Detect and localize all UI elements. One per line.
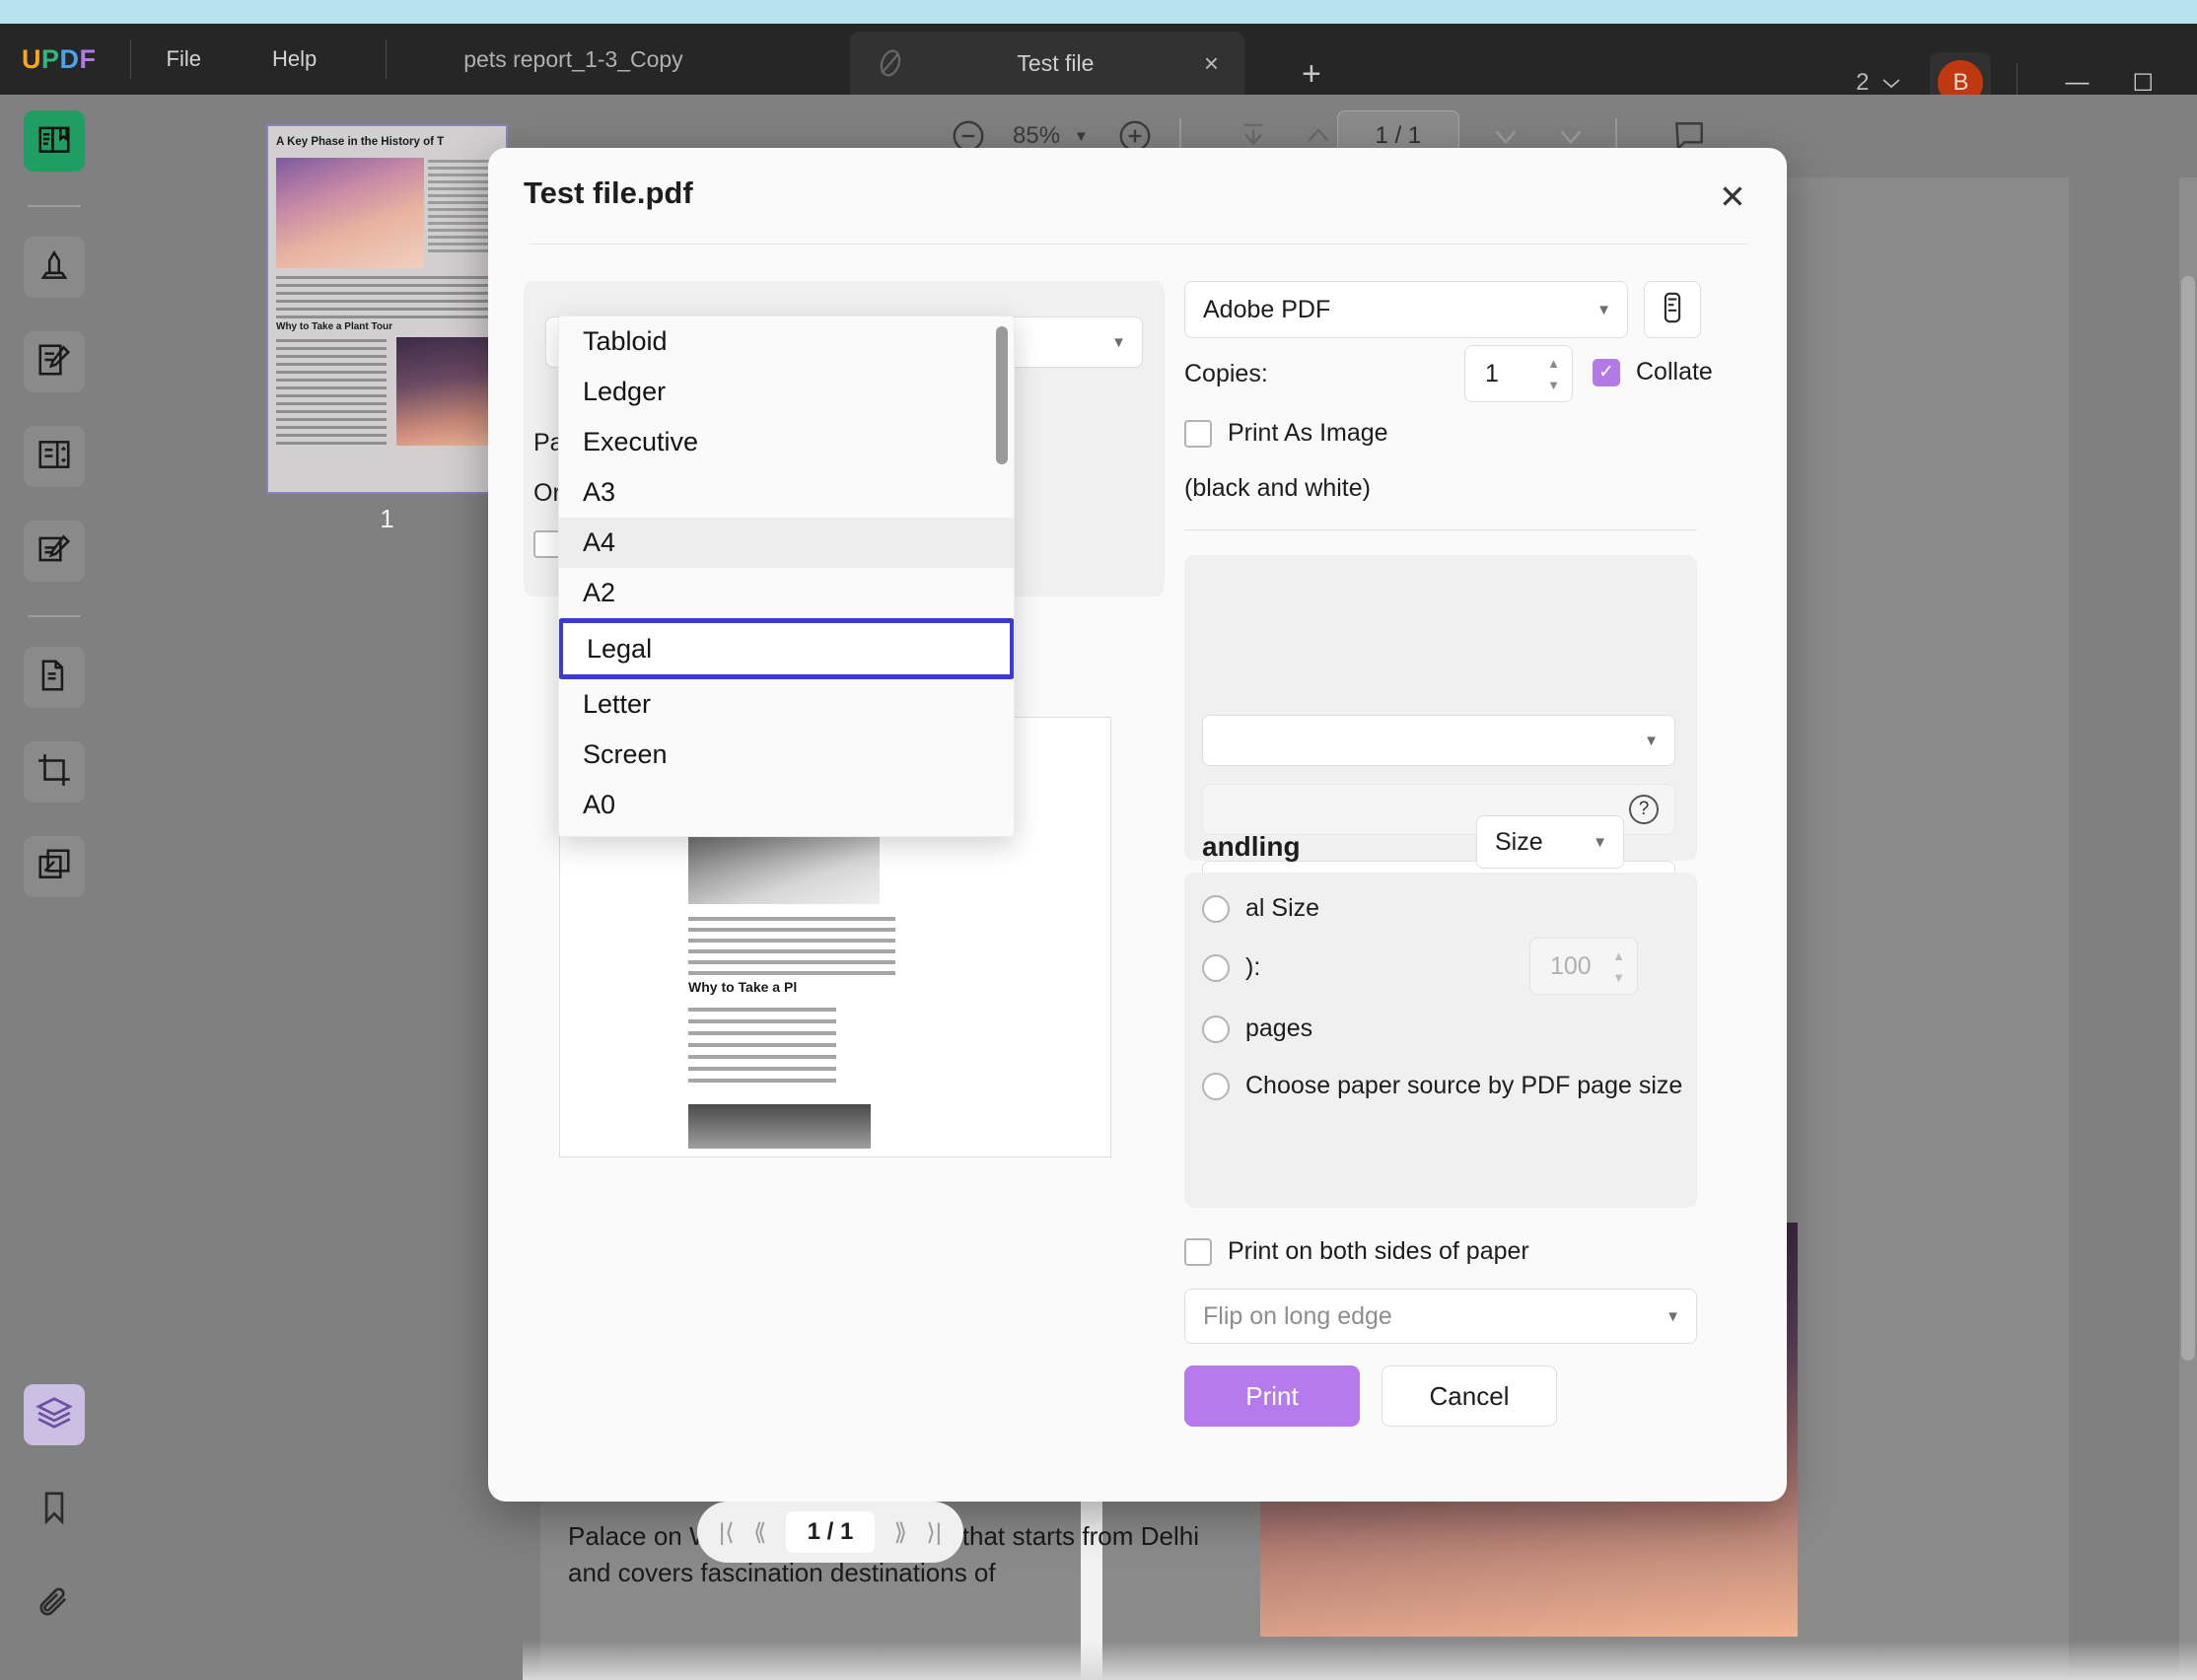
radio-actual-size[interactable]: al Size — [1202, 894, 1319, 923]
print-as-image-label: Print As Image — [1228, 419, 1388, 447]
dialog-right-column: Adobe PDF ▼ Copies: 1 ▲ ▼ ✓ Collate Prin… — [1184, 281, 1751, 1474]
dropdown-item-a2[interactable]: A2 — [559, 568, 1014, 618]
divider — [530, 244, 1748, 245]
preview-image-2 — [688, 1104, 871, 1149]
printer-select[interactable]: Adobe PDF ▼ — [1184, 281, 1628, 338]
dropdown-item-tabloid[interactable]: Tabloid — [559, 316, 1014, 367]
next-page-button[interactable]: ⟫ — [894, 1518, 907, 1547]
preview-paragraph-2 — [688, 1008, 836, 1090]
printer-properties-button[interactable] — [1644, 281, 1701, 338]
radio-paper-source-label: Choose paper source by PDF page size — [1245, 1072, 1683, 1099]
flip-edge-value: Flip on long edge — [1203, 1301, 1392, 1330]
custom-scale-value: 100 — [1550, 951, 1592, 980]
checkbox-box — [1184, 419, 1212, 448]
cancel-button[interactable]: Cancel — [1382, 1365, 1557, 1427]
dropdown-item-legal[interactable]: Legal — [559, 618, 1014, 679]
preview-paragraph — [688, 917, 895, 982]
chevron-down-icon: ▼ — [1665, 1307, 1680, 1325]
dropdown-item-a4[interactable]: A4 — [559, 518, 1014, 568]
duplex-label: Print on both sides of paper — [1228, 1237, 1529, 1265]
stepper-arrows[interactable]: ▲ ▼ — [1547, 356, 1560, 392]
dropdown-list: Tabloid Ledger Executive A3 A4 A2 Legal Letter S… — [559, 316, 1014, 830]
print-button[interactable]: Print — [1184, 1365, 1360, 1427]
close-icon[interactable]: ✕ — [1708, 172, 1757, 221]
collate-checkbox[interactable]: ✓ Collate — [1593, 358, 1713, 386]
print-as-image-checkbox[interactable]: Print As Image — [1184, 419, 1388, 448]
divider — [1184, 529, 1697, 530]
print-grayscale-checkbox[interactable]: (black and white) — [1184, 474, 1371, 503]
first-page-button[interactable]: |⟨ — [719, 1518, 735, 1547]
paper-size-dropdown[interactable]: Tabloid Ledger Executive A3 A4 A2 Legal Letter S… — [558, 315, 1015, 837]
radio-custom-scale[interactable]: ): — [1202, 953, 1260, 982]
previous-page-button[interactable]: ⟪ — [753, 1518, 766, 1547]
chevron-down-icon: ▼ — [1111, 333, 1126, 351]
copies-stepper[interactable]: 1 ▲ ▼ — [1464, 345, 1573, 402]
copies-label: Copies: — [1184, 360, 1268, 387]
chevron-down-icon: ▼ — [1593, 833, 1607, 851]
pages-range-select[interactable]: ▼ — [1202, 715, 1675, 766]
radio-fit-pages[interactable]: pages — [1202, 1015, 1312, 1043]
chevron-down-icon: ▼ — [1644, 732, 1659, 749]
printer-icon — [1656, 291, 1689, 329]
checkbox-checked-icon: ✓ — [1593, 358, 1620, 386]
page-handling-group: andling Size ▼ al Size ): 100 ▲ ▼ pages … — [1184, 815, 1697, 1208]
page-handling-title: andling — [1202, 831, 1301, 862]
dropdown-item-a0[interactable]: A0 — [559, 780, 1014, 830]
checkbox-box — [1184, 1237, 1212, 1266]
preview-subheading: Why to Take a Pl — [688, 979, 798, 995]
app-root: UPDF File Help pets report_1-3_Copy Test… — [0, 0, 2197, 1680]
radio-paper-source[interactable]: Choose paper source by PDF page size — [1202, 1072, 1682, 1100]
dropdown-item-screen[interactable]: Screen — [559, 730, 1014, 780]
chevron-down-icon: ▼ — [1596, 301, 1611, 318]
size-select-value: Size — [1495, 827, 1543, 856]
radio-custom-scale-label: ): — [1245, 953, 1261, 981]
collate-label: Collate — [1636, 358, 1713, 385]
preview-pager: |⟨ ⟪ 1 / 1 ⟫ ⟩| — [697, 1502, 963, 1563]
help-icon[interactable]: ? — [1629, 795, 1659, 824]
dropdown-item-ledger[interactable]: Ledger — [559, 367, 1014, 417]
dropdown-scrollbar-thumb[interactable] — [996, 326, 1008, 464]
stepper-arrows[interactable]: ▲ ▼ — [1612, 948, 1625, 985]
radio-dot — [1202, 1072, 1230, 1100]
last-page-button[interactable]: ⟩| — [926, 1518, 942, 1547]
duplex-checkbox[interactable]: Print on both sides of paper — [1184, 1237, 1529, 1266]
modal-overlay: Test file.pdf ✕ Document,Comment,Form Fi… — [0, 0, 2197, 1680]
radio-actual-size-label: al Size — [1245, 894, 1320, 922]
page-handling-size-select[interactable]: Size ▼ — [1476, 815, 1624, 869]
flip-edge-select[interactable]: Flip on long edge ▼ — [1184, 1289, 1697, 1344]
radio-dot — [1202, 894, 1230, 923]
dropdown-item-letter[interactable]: Letter — [559, 679, 1014, 730]
custom-scale-stepper[interactable]: 100 ▲ ▼ — [1529, 938, 1638, 995]
radio-dot — [1202, 953, 1230, 982]
dropdown-item-executive[interactable]: Executive — [559, 417, 1014, 467]
copies-value: 1 — [1485, 359, 1499, 387]
checkbox-box — [533, 529, 561, 558]
grayscale-label: (black and white) — [1184, 474, 1371, 502]
preview-page-indicator[interactable]: 1 / 1 — [785, 1511, 876, 1553]
printer-value: Adobe PDF — [1203, 295, 1331, 323]
radio-dot — [1202, 1015, 1230, 1043]
dropdown-item-a3[interactable]: A3 — [559, 467, 1014, 518]
dialog-title: Test file.pdf — [524, 175, 693, 210]
pages-to-print-group: ▼ ? e ▼ — [1184, 555, 1697, 912]
radio-fit-pages-label: pages — [1245, 1015, 1313, 1042]
